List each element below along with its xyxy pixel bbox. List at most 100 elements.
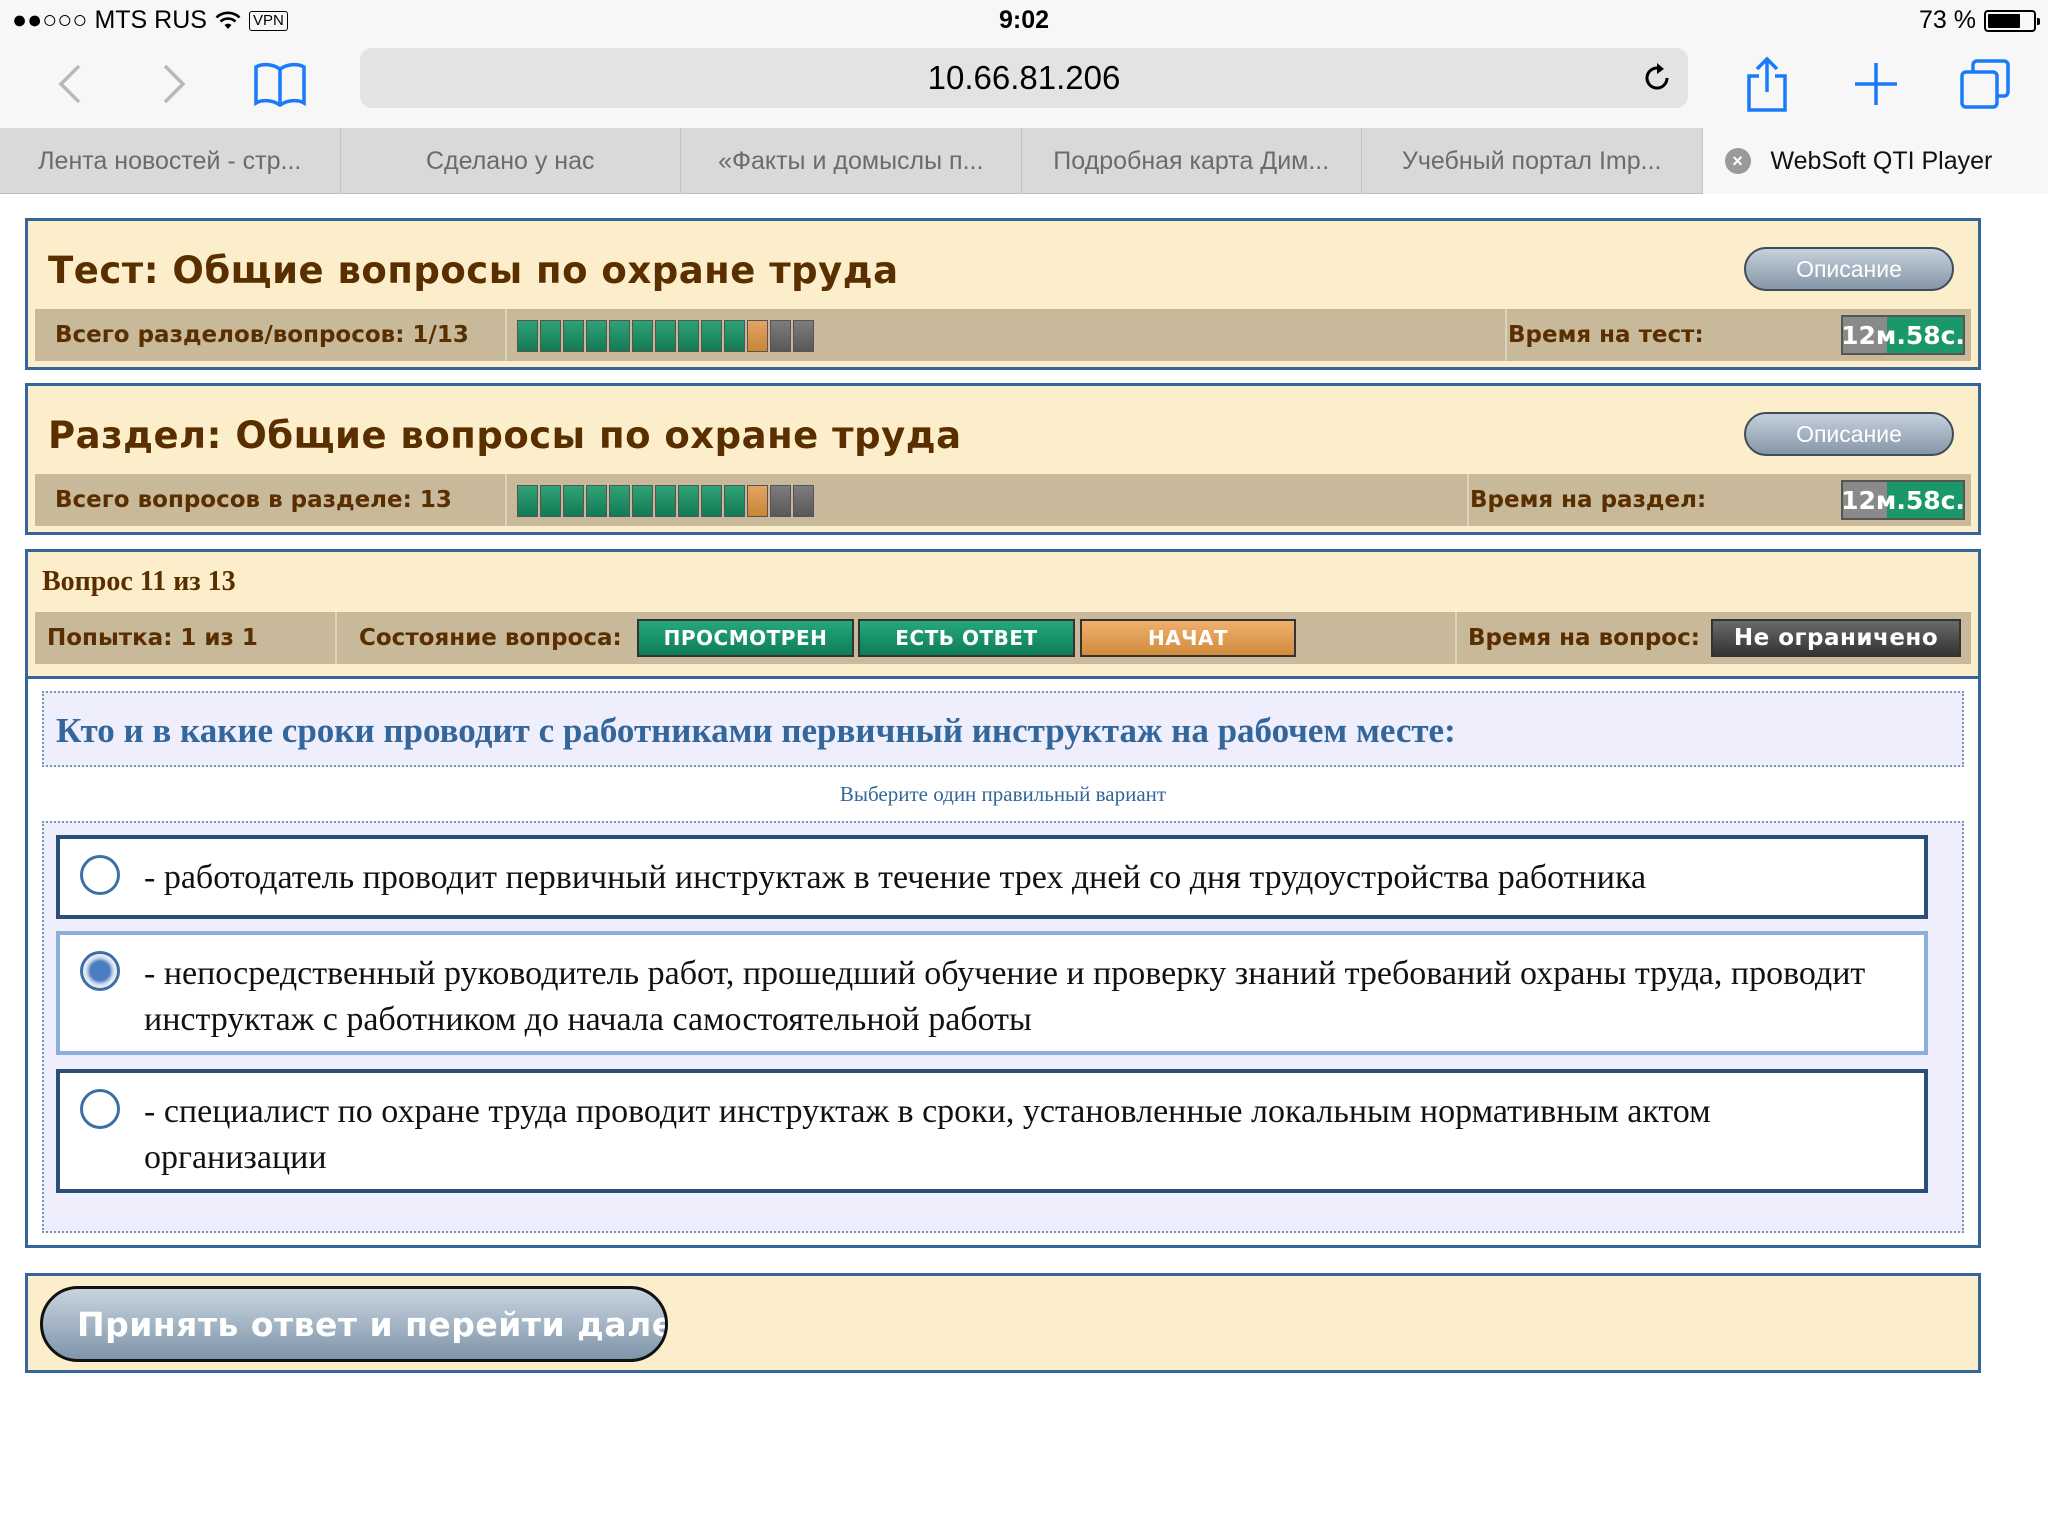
- tab-label: WebSoft QTI Player: [1770, 146, 1993, 175]
- clock: 9:02: [998, 6, 1050, 34]
- tab-facts[interactable]: «Факты и домыслы п...: [681, 128, 1022, 194]
- divider: [1455, 612, 1457, 664]
- progress-cell: [517, 320, 538, 352]
- progress-cell: [655, 485, 676, 517]
- answer-option-1[interactable]: - работодатель проводит первичный инстру…: [56, 835, 1928, 919]
- test-progress-bar: [517, 320, 814, 352]
- section-title: Раздел: Общие вопросы по охране труда: [48, 414, 962, 457]
- tab-learning-portal[interactable]: Учебный портал Imp...: [1362, 128, 1703, 194]
- share-icon[interactable]: [1737, 54, 1797, 114]
- answer-text-1: - работодатель проводит первичный инстру…: [144, 859, 1647, 896]
- test-description-button[interactable]: Описание: [1744, 247, 1954, 291]
- tab-map[interactable]: Подробная карта Дим...: [1022, 128, 1362, 194]
- progress-cell: [747, 320, 768, 352]
- attempt-label: Попытка: 1 из 1: [47, 625, 258, 651]
- progress-cell: [632, 485, 653, 517]
- address-bar[interactable]: 10.66.81.206: [360, 48, 1688, 108]
- question-time-value: Не ограничено: [1711, 619, 1961, 657]
- progress-cell: [586, 485, 607, 517]
- answers-list: - работодатель проводит первичный инстру…: [42, 821, 1964, 1233]
- progress-cell: [563, 320, 584, 352]
- progress-cell: [770, 485, 791, 517]
- progress-cell: [793, 320, 814, 352]
- answer-option-2[interactable]: - непосредственный руководитель работ, п…: [56, 931, 1928, 1055]
- progress-cell: [540, 320, 561, 352]
- tab-made-here[interactable]: Сделано у нас: [341, 128, 681, 194]
- divider: [505, 309, 507, 361]
- tabs-overview-icon[interactable]: [1955, 54, 2015, 114]
- section-time-label: Время на раздел:: [1470, 487, 1707, 513]
- progress-cell: [563, 485, 584, 517]
- progress-cell: [609, 485, 630, 517]
- progress-cell: [701, 320, 722, 352]
- test-timer-value: 12м.58с.: [1841, 320, 1965, 350]
- bookmarks-icon[interactable]: [250, 54, 310, 114]
- section-info-row: Всего вопросов в разделе: 13 Время на ра…: [35, 474, 1971, 526]
- progress-cell: [632, 320, 653, 352]
- section-progress-bar: [517, 485, 814, 517]
- question-info-row: Попытка: 1 из 1 Состояние вопроса: ПРОСМ…: [35, 612, 1971, 664]
- section-timer: 12м.58с.: [1841, 480, 1965, 520]
- progress-cell: [678, 485, 699, 517]
- progress-cell: [724, 320, 745, 352]
- tab-label: Учебный портал Imp...: [1402, 146, 1662, 175]
- question-time-label: Время на вопрос:: [1468, 625, 1700, 651]
- section-description-button[interactable]: Описание: [1744, 412, 1954, 456]
- tab-label: Подробная карта Дим...: [1053, 146, 1330, 175]
- progress-cell: [770, 320, 791, 352]
- browser-toolbar: 10.66.81.206: [0, 42, 2048, 128]
- radio-button-1[interactable]: [80, 855, 120, 895]
- test-title: Тест: Общие вопросы по охране труда: [48, 249, 899, 292]
- progress-cell: [655, 320, 676, 352]
- tab-qti-player[interactable]: × WebSoft QTI Player: [1702, 128, 2048, 194]
- new-tab-icon[interactable]: [1846, 54, 1906, 114]
- question-state-label: Состояние вопроса:: [359, 625, 622, 651]
- footer-panel: Принять ответ и перейти далее: [25, 1273, 1981, 1373]
- tab-label: «Факты и домыслы п...: [718, 146, 984, 175]
- answer-text-3: - специалист по охране труда проводит ин…: [144, 1093, 1711, 1176]
- progress-cell: [793, 485, 814, 517]
- badge-viewed: ПРОСМОТРЕН: [637, 619, 854, 657]
- radio-button-2[interactable]: [80, 951, 120, 991]
- tab-label: Лента новостей - стр...: [38, 146, 302, 175]
- question-text-box: Кто и в какие сроки проводит с работника…: [42, 691, 1964, 767]
- submit-answer-button[interactable]: Принять ответ и перейти далее: [40, 1286, 668, 1362]
- forward-icon[interactable]: [144, 54, 204, 114]
- answer-option-3[interactable]: - специалист по охране труда проводит ин…: [56, 1069, 1928, 1193]
- tab-bar: Лента новостей - стр... Сделано у нас «Ф…: [0, 128, 2048, 194]
- question-number: Вопрос 11 из 13: [42, 566, 236, 597]
- test-time-label: Время на тест:: [1508, 322, 1704, 348]
- question-text: Кто и в какие сроки проводит с работника…: [56, 711, 1456, 750]
- progress-cell: [701, 485, 722, 517]
- ios-status-bar: ●●○○○ MTS RUS VPN 9:02 73 %: [0, 0, 2048, 42]
- progress-cell: [609, 320, 630, 352]
- close-tab-icon[interactable]: ×: [1724, 148, 1751, 174]
- divider: [1467, 474, 1469, 526]
- question-body: Кто и в какие сроки проводит с работника…: [28, 676, 1978, 1245]
- progress-cell: [540, 485, 561, 517]
- tab-label: Сделано у нас: [425, 146, 595, 175]
- divider: [505, 474, 507, 526]
- reload-icon[interactable]: [1640, 61, 1674, 95]
- test-info-row: Всего разделов/вопросов: 1/13 Время на т…: [35, 309, 1971, 361]
- section-timer-value: 12м.58с.: [1841, 485, 1965, 515]
- progress-cell: [724, 485, 745, 517]
- back-icon[interactable]: [40, 54, 100, 114]
- battery-icon: [1984, 9, 2040, 32]
- divider: [1505, 309, 1507, 361]
- section-count-label: Всего вопросов в разделе: 13: [55, 487, 452, 513]
- test-count-label: Всего разделов/вопросов: 1/13: [55, 322, 469, 348]
- badge-answered: ЕСТЬ ОТВЕТ: [858, 619, 1075, 657]
- badge-started: НАЧАТ: [1080, 619, 1296, 657]
- question-panel: Вопрос 11 из 13 Попытка: 1 из 1 Состояни…: [25, 549, 1981, 1248]
- tab-news[interactable]: Лента новостей - стр...: [0, 128, 341, 194]
- progress-cell: [747, 485, 768, 517]
- battery-percent: 73 %: [1919, 6, 1976, 34]
- url-text: 10.66.81.206: [927, 59, 1121, 96]
- divider: [335, 612, 337, 664]
- progress-cell: [678, 320, 699, 352]
- section-panel: Раздел: Общие вопросы по охране труда Оп…: [25, 383, 1981, 535]
- question-hint: Выберите один правильный вариант: [839, 782, 1167, 806]
- progress-cell: [517, 485, 538, 517]
- radio-button-3[interactable]: [80, 1089, 120, 1129]
